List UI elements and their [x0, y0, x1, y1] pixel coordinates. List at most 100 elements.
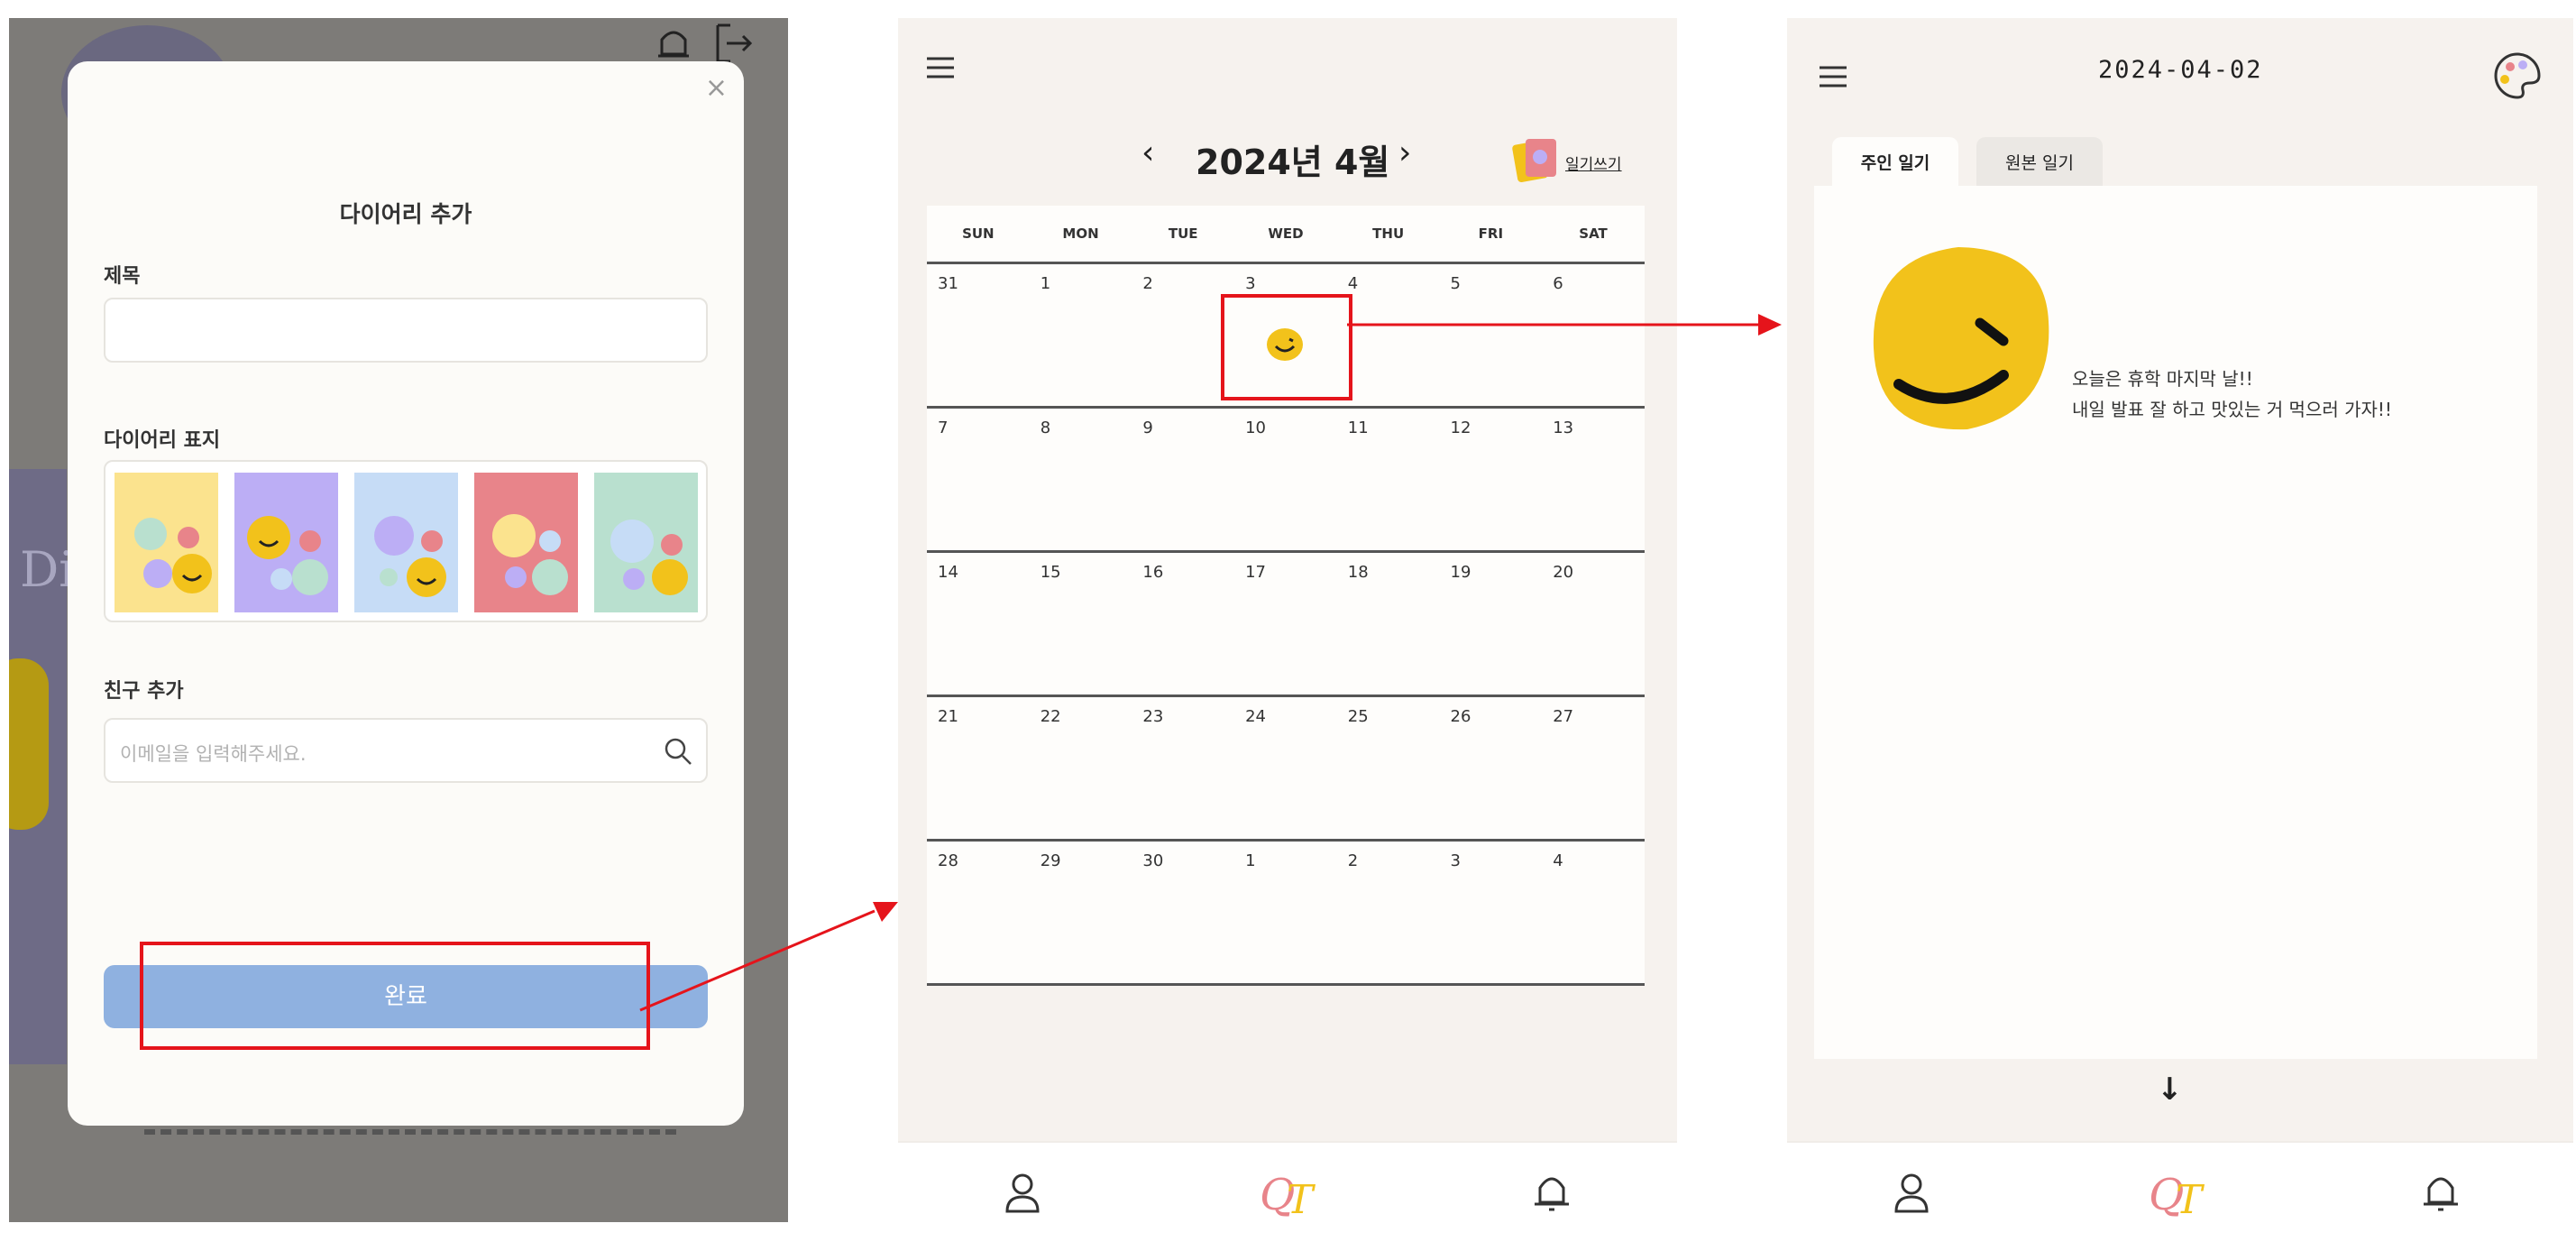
- calendar-row-divider: [927, 839, 1645, 842]
- calendar-day[interactable]: 10: [1245, 419, 1266, 437]
- background-emoji: [9, 658, 49, 830]
- calendar-day[interactable]: 28: [938, 851, 958, 870]
- qt-logo-t: T: [2176, 1177, 2205, 1223]
- calendar-day[interactable]: 9: [1142, 419, 1152, 437]
- calendar-row-divider: [927, 262, 1645, 264]
- month-title: 2024년 4월: [1196, 143, 1390, 182]
- bell-icon[interactable]: [1531, 1168, 1572, 1215]
- calendar-row-divider: [927, 550, 1645, 553]
- bell-icon[interactable]: [2420, 1168, 2461, 1215]
- calendar-day[interactable]: 23: [1142, 707, 1163, 726]
- calendar-day[interactable]: 1: [1245, 851, 1255, 870]
- emoji-cover-blue-icon: [374, 516, 446, 597]
- calendar-day[interactable]: 17: [1245, 563, 1266, 582]
- search-icon[interactable]: [663, 736, 693, 767]
- calendar-day[interactable]: 19: [1451, 563, 1471, 582]
- calendar-day[interactable]: 13: [1553, 419, 1573, 437]
- diary-book-icon[interactable]: [1511, 133, 1562, 184]
- friend-email-input[interactable]: 이메일을 입력해주세요.: [104, 718, 708, 783]
- menu-icon[interactable]: [925, 54, 956, 81]
- calendar-day[interactable]: 3: [1451, 851, 1461, 870]
- calendar-day[interactable]: 26: [1451, 707, 1471, 726]
- calendar-day[interactable]: 1: [1040, 274, 1050, 293]
- person-icon[interactable]: [1891, 1170, 1932, 1217]
- qt-logo[interactable]: Q T: [2143, 1161, 2215, 1224]
- logout-icon[interactable]: [712, 22, 757, 67]
- weekday-header: WED: [1268, 225, 1304, 242]
- prev-month-button[interactable]: ‹: [1141, 134, 1154, 171]
- calendar-day[interactable]: 14: [938, 563, 958, 582]
- smile-face-icon: [1873, 247, 2049, 430]
- person-icon[interactable]: [1002, 1170, 1043, 1217]
- calendar-day[interactable]: 30: [1142, 851, 1163, 870]
- weekday-header: MON: [1062, 225, 1099, 242]
- calendar-day[interactable]: 11: [1348, 419, 1369, 437]
- palette-icon[interactable]: [2490, 49, 2544, 103]
- calendar-day[interactable]: 29: [1040, 851, 1061, 870]
- friend-email-placeholder: 이메일을 입력해주세요.: [120, 743, 307, 765]
- weekday-header: TUE: [1168, 225, 1198, 242]
- calendar-day[interactable]: 4: [1348, 274, 1358, 293]
- calendar-day[interactable]: 7: [938, 419, 948, 437]
- diary-paper: 오늘은 휴학 마지막 날!! 내일 발표 잘 하고 맛있는 거 먹으러 가자!!: [1814, 186, 2537, 1059]
- diary-line-2: 내일 발표 잘 하고 맛있는 거 먹으러 가자!!: [2072, 399, 2392, 420]
- cover-option-green[interactable]: [594, 473, 698, 612]
- highlight-done-button: [140, 942, 650, 1050]
- diary-detail-screen: 2024-04-02 주인 일기 원본 일기 오늘은 휴학 마지막 날!! 내일 …: [1787, 18, 2573, 1251]
- calendar-day[interactable]: 20: [1553, 563, 1573, 582]
- title-label: 제목: [104, 265, 141, 288]
- diary-line-1: 오늘은 휴학 마지막 날!!: [2072, 368, 2253, 390]
- scroll-down-icon[interactable]: ↓: [2157, 1072, 2183, 1108]
- weekday-header: SUN: [962, 225, 995, 242]
- weekday-header: SAT: [1579, 225, 1608, 242]
- calendar-day[interactable]: 5: [1451, 274, 1461, 293]
- calendar-screen: ‹ 2024년 4월 › 일기쓰기 SUN MON TUE WED THU FRI SAT …: [898, 18, 1677, 1251]
- calendar-day[interactable]: 6: [1553, 274, 1563, 293]
- next-month-button[interactable]: ›: [1398, 134, 1411, 171]
- modal-title: 다이어리 추가: [339, 201, 472, 227]
- calendar-day[interactable]: 12: [1451, 419, 1471, 437]
- calendar-day[interactable]: 18: [1348, 563, 1369, 582]
- cover-label: 다이어리 표지: [104, 429, 221, 452]
- calendar-day[interactable]: 24: [1245, 707, 1266, 726]
- bell-icon[interactable]: [651, 22, 696, 67]
- diary-date: 2024-04-02: [2098, 56, 2263, 84]
- smile-face-icon[interactable]: [1265, 325, 1305, 364]
- emoji-cover-purple-icon: [247, 516, 328, 595]
- calendar-row-divider: [927, 406, 1645, 409]
- emoji-cover-green-icon: [610, 520, 688, 595]
- calendar-day[interactable]: 2: [1348, 851, 1358, 870]
- emoji-cover-yellow-icon: [134, 518, 212, 593]
- bottom-nav: Q T: [898, 1141, 1677, 1251]
- calendar-day[interactable]: 31: [938, 274, 958, 293]
- cover-option-purple[interactable]: [234, 473, 338, 612]
- bottom-nav: Q T: [1787, 1141, 2573, 1251]
- menu-icon[interactable]: [1818, 63, 1848, 90]
- flow-arrow-1: [639, 902, 898, 1012]
- weekday-header: THU: [1372, 225, 1405, 242]
- cover-option-yellow[interactable]: [115, 473, 218, 612]
- calendar-day[interactable]: 27: [1553, 707, 1573, 726]
- cover-option-blue[interactable]: [354, 473, 458, 612]
- calendar-day[interactable]: 22: [1040, 707, 1061, 726]
- close-icon[interactable]: ×: [705, 72, 728, 104]
- calendar-day[interactable]: 25: [1348, 707, 1369, 726]
- tab-original-diary[interactable]: 원본 일기: [1976, 137, 2103, 189]
- background-text: Di: [20, 541, 75, 598]
- calendar-day[interactable]: 3: [1245, 274, 1255, 293]
- qt-logo[interactable]: Q T: [1254, 1161, 1326, 1224]
- calendar-day[interactable]: 2: [1142, 274, 1152, 293]
- calendar-day[interactable]: 4: [1553, 851, 1563, 870]
- tab-owner-diary[interactable]: 주인 일기: [1832, 137, 1958, 189]
- calendar-day[interactable]: 16: [1142, 563, 1163, 582]
- calendar-day[interactable]: 8: [1040, 419, 1050, 437]
- diary-view-link[interactable]: 일기쓰기: [1565, 152, 1622, 174]
- title-input[interactable]: [104, 298, 708, 363]
- cover-option-red[interactable]: [474, 473, 578, 612]
- calendar-day[interactable]: 21: [938, 707, 958, 726]
- friend-label: 친구 추가: [104, 680, 184, 703]
- qt-logo-t: T: [1287, 1177, 1316, 1223]
- calendar-row-divider: [927, 694, 1645, 697]
- cover-selector: [104, 460, 708, 622]
- calendar-day[interactable]: 15: [1040, 563, 1061, 582]
